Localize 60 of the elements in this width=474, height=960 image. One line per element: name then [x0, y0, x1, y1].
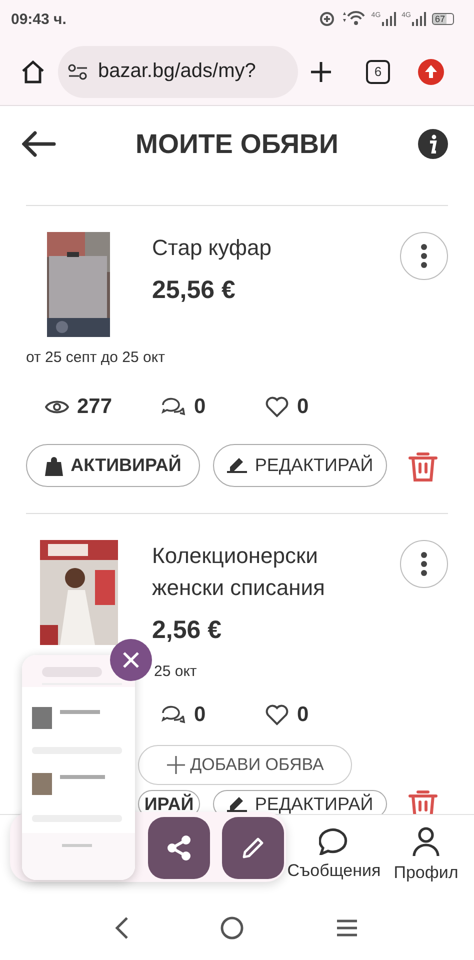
tab-count-button[interactable]: 6	[366, 60, 390, 84]
more-button[interactable]	[400, 232, 448, 280]
nav-item[interactable]: Профил	[380, 815, 472, 895]
ad-title: Стар куфар	[152, 234, 272, 262]
ad-title: Колекционерски женски списания	[152, 542, 326, 602]
more-icon	[421, 552, 427, 576]
views-count: 277	[77, 395, 112, 419]
new-tab-icon[interactable]	[310, 60, 332, 82]
trash-icon	[408, 450, 438, 482]
wifi-icon	[341, 11, 366, 27]
data-saver-icon	[319, 11, 336, 27]
site-settings-icon	[68, 64, 88, 80]
add-ad-button[interactable]: ДОБАВИ ОБЯВА	[138, 745, 352, 785]
pencil-icon	[226, 796, 247, 812]
battery-level: 67	[432, 13, 454, 25]
url-text: bazar.bg/ads/my?	[98, 60, 256, 83]
user-icon	[412, 827, 440, 857]
home-icon[interactable]	[20, 58, 46, 84]
heart-icon	[265, 704, 289, 726]
info-icon[interactable]	[418, 129, 448, 159]
page-title: МОИТЕ ОБЯВИ	[136, 128, 338, 160]
more-icon	[421, 244, 427, 268]
back-arrow-icon[interactable]	[22, 131, 56, 157]
status-time: 09:43 ч.	[11, 10, 68, 28]
ad-dates: 25 окт	[153, 663, 198, 680]
comments-count: 0	[194, 703, 206, 727]
close-button[interactable]	[110, 639, 152, 681]
edit-button[interactable]: РЕДАКТИРАЙ	[213, 790, 387, 814]
bag-icon	[44, 456, 63, 476]
signal-icon	[382, 12, 396, 26]
ad-price: 2,56 €	[152, 616, 223, 645]
likes-count: 0	[297, 703, 309, 727]
chat-bubbles-icon	[160, 704, 186, 726]
nav-item[interactable]: Съобщения	[288, 815, 380, 895]
ad-price: 25,56 €	[152, 276, 236, 305]
update-icon[interactable]	[418, 58, 444, 84]
activate-button[interactable]: АКТИВИРАЙ	[26, 444, 200, 487]
back-icon[interactable]	[115, 916, 130, 940]
activate-button[interactable]: ИРАЙ	[138, 790, 200, 814]
ad-dates: от 25 септ до 25 окт	[26, 349, 166, 366]
pencil-icon	[226, 458, 247, 473]
edit-screenshot-button[interactable]	[222, 817, 284, 879]
eye-icon	[45, 399, 69, 415]
comments-count: 0	[194, 395, 206, 419]
pencil-icon	[240, 835, 266, 861]
chat-icon	[319, 827, 349, 855]
menu-icon[interactable]	[334, 918, 359, 938]
home-button-icon[interactable]	[220, 916, 244, 940]
signal-icon	[412, 12, 426, 26]
chat-bubbles-icon	[160, 396, 186, 418]
close-icon	[122, 651, 140, 669]
trash-icon	[408, 788, 438, 814]
share-button[interactable]	[148, 817, 210, 879]
plus-icon	[166, 755, 186, 775]
more-button[interactable]	[400, 540, 448, 588]
edit-button[interactable]: РЕДАКТИРАЙ	[213, 444, 387, 487]
url-field[interactable]: bazar.bg/ads/my?	[58, 46, 298, 98]
share-icon	[165, 834, 193, 862]
heart-icon	[265, 396, 289, 418]
likes-count: 0	[297, 395, 309, 419]
